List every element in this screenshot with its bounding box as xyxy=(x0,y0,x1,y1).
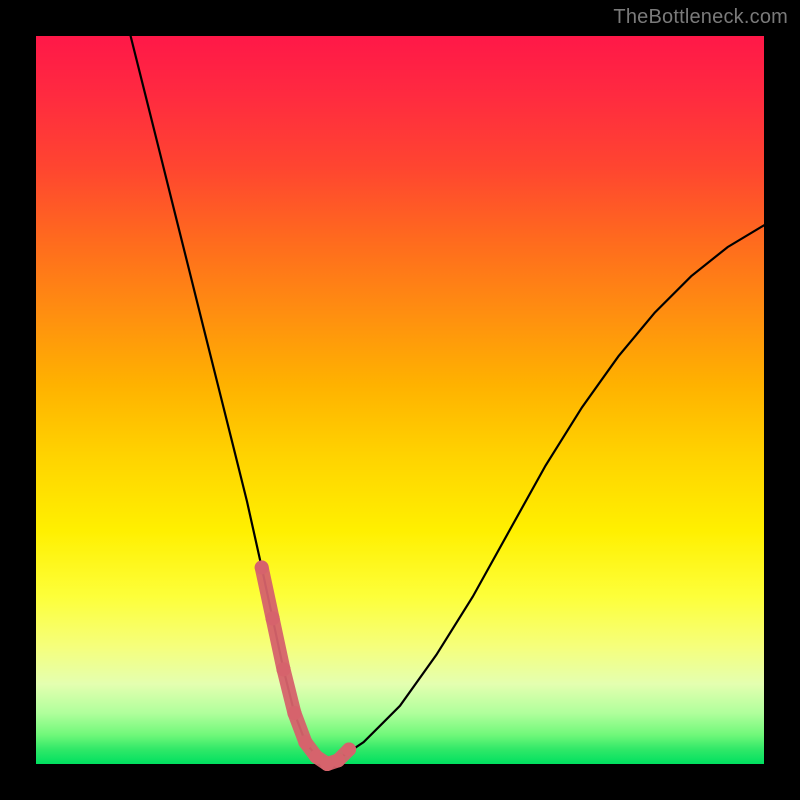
plot-area xyxy=(36,36,764,764)
chart-svg xyxy=(36,36,764,764)
watermark-text: TheBottleneck.com xyxy=(613,6,788,29)
optimal-band-segment xyxy=(262,567,273,618)
chart-container: TheBottleneck.com xyxy=(0,0,800,800)
bottleneck-curve xyxy=(131,36,764,764)
optimal-band-point xyxy=(298,735,312,749)
optimal-band-point xyxy=(266,611,280,625)
optimal-band-point xyxy=(255,560,269,574)
optimal-band-point xyxy=(277,662,291,676)
optimal-band xyxy=(255,560,356,771)
optimal-band-segment xyxy=(273,618,284,669)
optimal-band-point xyxy=(342,742,356,756)
optimal-band-point xyxy=(331,753,345,767)
optimal-band-point xyxy=(287,706,301,720)
